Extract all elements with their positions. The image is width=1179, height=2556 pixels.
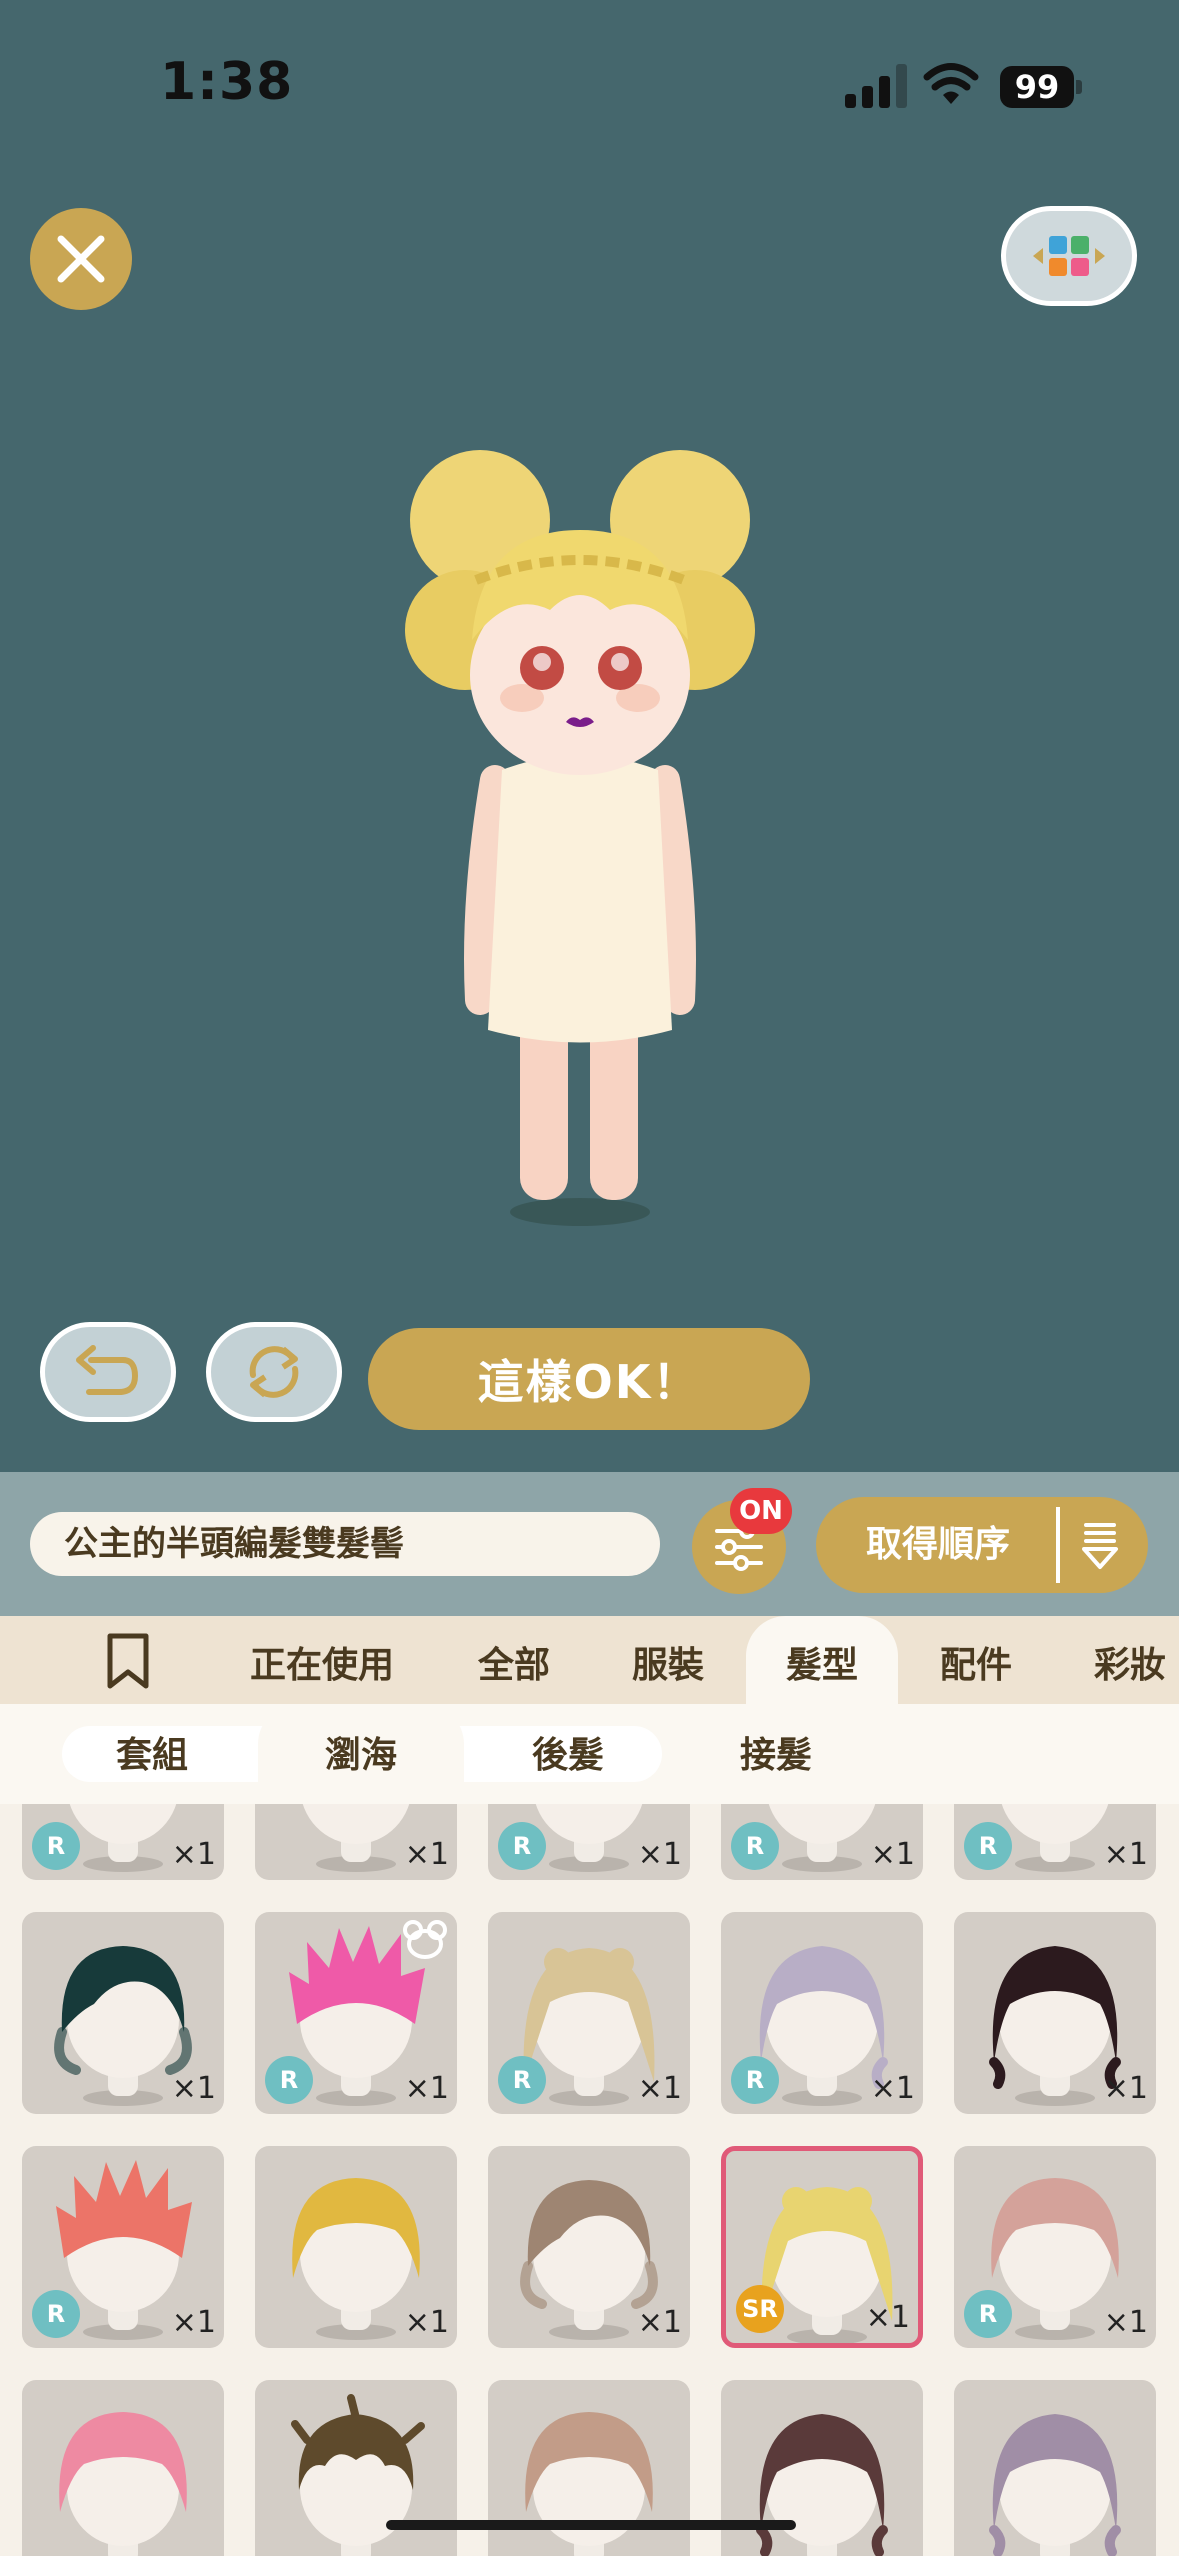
order-label: 取得順序 xyxy=(866,1524,1011,1565)
hair-item-tile[interactable]: R ×1 xyxy=(488,1912,690,2114)
tab-in-use[interactable]: 正在使用 xyxy=(232,1616,412,1704)
home-indicator xyxy=(386,2520,796,2530)
hair-item-tile[interactable]: ×1 xyxy=(22,1912,224,2114)
sort-order-icon[interactable] xyxy=(1078,1521,1122,1571)
rarity-badge: R xyxy=(731,1822,779,1870)
close-icon xyxy=(57,235,105,283)
item-count: ×1 xyxy=(637,2305,682,2340)
subtab-bangs[interactable]: 瀏海 xyxy=(258,1704,464,1804)
order-divider xyxy=(1056,1507,1060,1583)
item-count: ×1 xyxy=(1103,2305,1148,2340)
bear-badge-icon xyxy=(403,1920,447,1959)
hair-item-tile[interactable]: R ×1 xyxy=(22,2146,224,2348)
hair-item-tile[interactable]: R ×1 xyxy=(954,1804,1156,1880)
item-count: ×1 xyxy=(865,2300,910,2335)
hair-item-tile[interactable]: R ×1 xyxy=(721,1912,923,2114)
tab-all[interactable]: 全部 xyxy=(444,1616,584,1704)
hair-item-tile[interactable]: ×1 xyxy=(488,2146,690,2348)
item-count: ×1 xyxy=(171,2305,216,2340)
hair-preview xyxy=(59,2412,187,2556)
hair-item-tile[interactable]: R ×1 xyxy=(721,1804,923,1880)
tab-hairstyle[interactable]: 髮型 xyxy=(746,1616,898,1704)
hair-item-tile[interactable]: R ×1 xyxy=(22,1804,224,1880)
rarity-badge: R xyxy=(498,2056,546,2104)
hair-item-tile[interactable]: R ×1 xyxy=(255,1912,457,2114)
item-grid: R ×1 ×1 R ×1 R ×1 R ×1 ×1 R ×1 R ×1 R ×1… xyxy=(0,1804,1179,2556)
rarity-badge: R xyxy=(964,2290,1012,2338)
character-avatar[interactable] xyxy=(380,440,780,1240)
hair-item-tile[interactable]: ×1 xyxy=(255,1804,457,1880)
subtab-extensions[interactable]: 接髮 xyxy=(686,1704,866,1804)
close-button[interactable] xyxy=(30,208,132,310)
hair-item-tile[interactable]: ×1 xyxy=(954,1912,1156,2114)
hair-item-tile[interactable] xyxy=(954,2380,1156,2556)
status-time: 1:38 xyxy=(160,52,294,112)
item-count: ×1 xyxy=(1103,1837,1148,1872)
item-count: ×1 xyxy=(404,2071,449,2106)
tab-accessories[interactable]: 配件 xyxy=(906,1616,1046,1704)
grid-arrows-icon xyxy=(1033,236,1105,276)
filter-on-badge: ON xyxy=(730,1488,792,1534)
acquire-order-button[interactable]: 取得順序 xyxy=(816,1497,1148,1593)
hair-item-tile[interactable]: SR ×1 xyxy=(721,2146,923,2348)
undo-icon xyxy=(76,1345,139,1395)
hair-preview xyxy=(989,2414,1121,2556)
wifi-icon xyxy=(923,63,979,104)
refresh-icon xyxy=(249,1346,299,1398)
battery-indicator: 99 xyxy=(1000,66,1074,108)
item-count: ×1 xyxy=(404,1837,449,1872)
rarity-badge: R xyxy=(731,2056,779,2104)
item-count: ×1 xyxy=(1103,2071,1148,2106)
rarity-badge: R xyxy=(964,1822,1012,1870)
refresh-button[interactable] xyxy=(206,1322,342,1422)
hair-item-tile[interactable]: R ×1 xyxy=(954,2146,1156,2348)
rarity-badge: SR xyxy=(736,2285,784,2333)
item-count: ×1 xyxy=(870,1837,915,1872)
tab-clothing[interactable]: 服裝 xyxy=(598,1616,738,1704)
rarity-badge: R xyxy=(32,1822,80,1870)
battery-tip xyxy=(1076,80,1082,94)
signal-icon xyxy=(845,62,907,108)
item-count: ×1 xyxy=(870,2071,915,2106)
subtab-set[interactable]: 套組 xyxy=(62,1704,242,1804)
bookmark-icon[interactable] xyxy=(104,1632,152,1692)
item-count: ×1 xyxy=(637,2071,682,2106)
tab-makeup[interactable]: 彩妝 xyxy=(1060,1616,1179,1704)
rarity-badge: R xyxy=(498,1822,546,1870)
confirm-ok-button[interactable]: 這樣OK！ xyxy=(368,1328,810,1430)
undo-button[interactable] xyxy=(40,1322,176,1422)
item-count: ×1 xyxy=(171,2071,216,2106)
rarity-badge: R xyxy=(32,2290,80,2338)
item-count: ×1 xyxy=(171,1837,216,1872)
layout-toggle-button[interactable] xyxy=(1001,206,1137,306)
item-name-field: 公主的半頭編髮雙髮髻 xyxy=(30,1512,660,1576)
subtab-back-hair[interactable]: 後髮 xyxy=(478,1704,658,1804)
rarity-badge: R xyxy=(265,2056,313,2104)
item-count: ×1 xyxy=(637,1837,682,1872)
hair-item-tile[interactable]: R ×1 xyxy=(488,1804,690,1880)
hair-item-tile[interactable] xyxy=(22,2380,224,2556)
hair-item-tile[interactable]: ×1 xyxy=(255,2146,457,2348)
item-count: ×1 xyxy=(404,2305,449,2340)
